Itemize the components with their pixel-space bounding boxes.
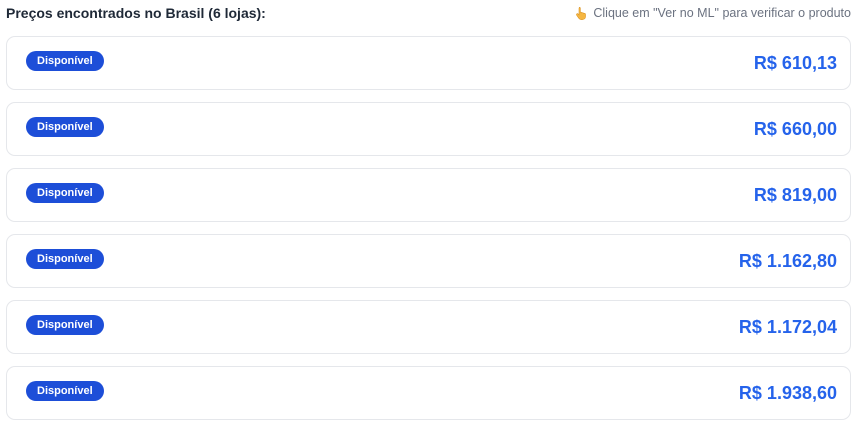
status-badge: Disponível (26, 381, 104, 401)
offer-price: R$ 1.172,04 (738, 316, 837, 337)
offers-list: Disponível R$ 610,13 Disponível R$ 660,0… (6, 36, 851, 432)
offer-price: R$ 1.162,80 (738, 250, 837, 271)
offer-price: R$ 819,00 (753, 184, 837, 205)
hint-text: Clique em "Ver no ML" para verificar o p… (593, 6, 851, 20)
offer-card[interactable]: Disponível R$ 819,00 (6, 168, 851, 222)
status-badge: Disponível (26, 117, 104, 137)
offer-price: R$ 660,00 (753, 118, 837, 139)
prices-header: Preços encontrados no Brasil (6 lojas): … (6, 4, 851, 22)
offer-card[interactable]: Disponível R$ 1.162,80 (6, 234, 851, 288)
status-badge: Disponível (26, 315, 104, 335)
status-badge: Disponível (26, 51, 104, 71)
offer-price: R$ 610,13 (753, 52, 837, 73)
pointing-hand-icon (576, 7, 587, 20)
offer-card[interactable]: Disponível R$ 1.938,60 (6, 366, 851, 420)
offer-card[interactable]: Disponível R$ 610,13 (6, 36, 851, 90)
offer-card[interactable]: Disponível R$ 1.172,04 (6, 300, 851, 354)
offer-price: R$ 1.938,60 (738, 382, 837, 403)
hint: Clique em "Ver no ML" para verificar o p… (574, 6, 851, 20)
prices-title: Preços encontrados no Brasil (6 lojas): (6, 5, 266, 21)
status-badge: Disponível (26, 249, 104, 269)
status-badge: Disponível (26, 183, 104, 203)
offer-card[interactable]: Disponível R$ 660,00 (6, 102, 851, 156)
